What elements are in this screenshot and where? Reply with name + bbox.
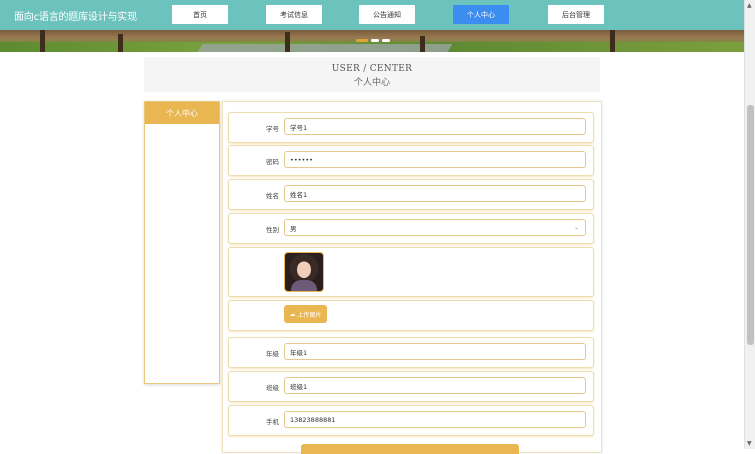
avatar-face xyxy=(297,262,311,278)
banner-carousel xyxy=(0,30,744,52)
carousel-dot[interactable] xyxy=(371,39,379,42)
phone-label: 手机 xyxy=(266,418,279,426)
scroll-thumb[interactable] xyxy=(747,105,754,345)
gender-label: 性别 xyxy=(266,226,279,234)
nav-user-center[interactable]: 个人中心 xyxy=(453,5,509,24)
carousel-dots xyxy=(356,39,390,42)
form-row-upload: ☁ 上传图片 xyxy=(228,300,594,331)
chevron-down-icon: ⌄ xyxy=(573,224,579,231)
password-label: 密码 xyxy=(266,158,279,166)
banner-path xyxy=(197,44,453,52)
scroll-down-icon[interactable]: ▼ xyxy=(747,440,752,447)
sidebar-title-user-center[interactable]: 个人中心 xyxy=(145,102,219,124)
form-row-name: 姓名 姓名1 xyxy=(228,179,594,210)
sidebar: 个人中心 xyxy=(144,101,220,384)
cloud-upload-icon: ☁ xyxy=(289,310,296,318)
student-no-value: 学号1 xyxy=(290,123,308,132)
name-input[interactable]: 姓名1 xyxy=(284,185,586,202)
banner-tree xyxy=(118,34,123,52)
class-label: 班级 xyxy=(266,384,279,392)
avatar xyxy=(284,252,324,292)
student-no-input[interactable]: 学号1 xyxy=(284,118,586,135)
form-row-gender: 性别 男 ⌄ xyxy=(228,213,594,244)
gender-select[interactable]: 男 ⌄ xyxy=(284,219,586,236)
student-no-label: 学号 xyxy=(266,125,279,133)
nav-admin[interactable]: 后台管理 xyxy=(548,5,604,24)
page-scrollbar[interactable]: ▲ ▼ xyxy=(744,0,755,449)
carousel-dot[interactable] xyxy=(356,39,368,42)
section-title-zh: 个人中心 xyxy=(353,78,390,88)
grade-value: 年级1 xyxy=(290,348,308,357)
top-navbar: 面向c语言的题库设计与实现 首页 考试信息 公告通知 个人中心 后台管理 xyxy=(0,0,744,30)
form-row-class: 班级 班级1 xyxy=(228,371,594,402)
nav-exam-info[interactable]: 考试信息 xyxy=(266,5,322,24)
upload-image-button[interactable]: ☁ 上传图片 xyxy=(284,305,327,323)
class-input[interactable]: 班级1 xyxy=(284,377,586,394)
nav-announcements[interactable]: 公告通知 xyxy=(359,5,415,24)
site-title: 面向c语言的题库设计与实现 xyxy=(14,12,137,23)
form-row-avatar xyxy=(228,247,594,297)
section-header: USER / CENTER 个人中心 xyxy=(144,57,600,92)
class-value: 班级1 xyxy=(290,382,308,391)
form-row-password: 密码 •••••• xyxy=(228,145,594,176)
banner-tree xyxy=(610,30,615,52)
phone-value: 13823888881 xyxy=(290,415,336,424)
name-value: 姓名1 xyxy=(290,190,308,199)
grade-label: 年级 xyxy=(266,350,279,358)
banner-tree xyxy=(420,36,425,52)
avatar-shirt xyxy=(291,280,317,291)
name-label: 姓名 xyxy=(266,192,279,200)
scroll-up-icon[interactable]: ▲ xyxy=(747,2,752,9)
nav-home[interactable]: 首页 xyxy=(172,5,228,24)
section-title-en: USER / CENTER xyxy=(331,64,413,74)
gender-value: 男 xyxy=(290,224,297,233)
carousel-dot[interactable] xyxy=(382,39,390,42)
submit-button[interactable] xyxy=(301,444,519,454)
banner-tree xyxy=(40,30,45,52)
form-row-student-no: 学号 学号1 xyxy=(228,112,594,143)
banner-tree xyxy=(285,32,290,52)
form-row-phone: 手机 13823888881 xyxy=(228,405,594,436)
password-input[interactable]: •••••• xyxy=(284,151,586,168)
profile-form-panel: 学号 学号1 密码 •••••• 姓名 姓名1 性别 男 ⌄ ☁ 上传图片 年级… xyxy=(222,101,602,454)
form-row-grade: 年级 年级1 xyxy=(228,337,594,368)
upload-image-label: 上传图片 xyxy=(297,311,322,319)
grade-input[interactable]: 年级1 xyxy=(284,343,586,360)
password-value: •••••• xyxy=(290,155,314,164)
phone-input[interactable]: 13823888881 xyxy=(284,411,586,428)
